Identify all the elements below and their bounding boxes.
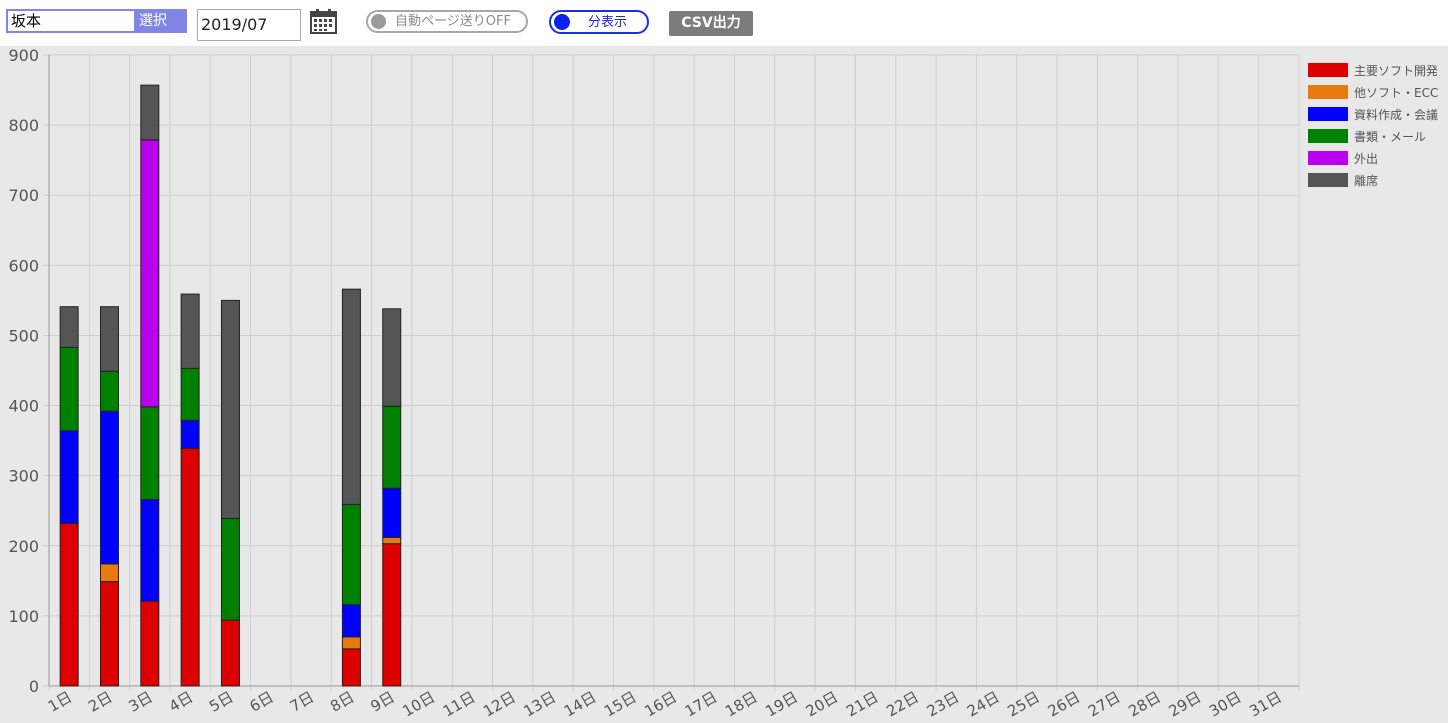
- bar-segment: [180, 447, 200, 687]
- toggle-knob: [371, 14, 386, 29]
- stacked-bar-chart: 01002003004005006007008009001日 2日 3日 4日 5日 6日…: [0, 46, 1448, 723]
- legend-swatch: [1308, 151, 1348, 165]
- bar-segment: [341, 288, 361, 505]
- bar-segment: [59, 346, 79, 432]
- bar-segment: [220, 619, 240, 687]
- bar-segment: [180, 293, 200, 369]
- bar-segment: [140, 499, 160, 602]
- bar-segment: [140, 406, 160, 501]
- bar-segment: [99, 306, 119, 372]
- csv-export-button[interactable]: CSV出力: [669, 11, 753, 36]
- calendar-icon[interactable]: [310, 9, 337, 34]
- minutes-label: 分表示: [588, 15, 628, 30]
- bar-segment: [341, 648, 361, 687]
- bar-segment: [99, 563, 119, 583]
- y-tick-label: 600: [8, 256, 39, 275]
- bar-segment: [59, 522, 79, 687]
- bar-segment: [140, 600, 160, 687]
- chart-background: [0, 46, 1448, 723]
- toolbar: 坂本 選択 2019/07 自動ページ送りOFF 分表示 CSV出力: [0, 0, 1448, 47]
- y-tick-label: 700: [8, 186, 39, 205]
- y-tick-label: 200: [8, 537, 39, 556]
- bar-segment: [341, 503, 361, 606]
- y-tick-label: 500: [8, 326, 39, 345]
- legend-label: 資料作成・会議: [1354, 108, 1438, 122]
- user-name-input[interactable]: 坂本: [6, 9, 134, 33]
- y-tick-label: 400: [8, 397, 39, 416]
- bar-segment: [382, 543, 402, 687]
- bar-segment: [99, 410, 119, 565]
- legend-label: 他ソフト・ECC: [1354, 86, 1438, 100]
- bar-segment: [382, 536, 402, 545]
- bar-segment: [382, 487, 402, 538]
- bar-segment: [382, 405, 402, 489]
- select-user-button[interactable]: 選択: [134, 9, 187, 33]
- legend-label: 書類・メール: [1354, 130, 1426, 144]
- bar-segment: [341, 604, 361, 638]
- bar-segment: [382, 308, 402, 407]
- legend-swatch: [1308, 107, 1348, 121]
- bar-segment: [99, 581, 119, 687]
- bar-segment: [99, 370, 119, 412]
- y-tick-label: 900: [8, 46, 39, 65]
- legend-swatch: [1308, 85, 1348, 99]
- bar-segment: [220, 517, 240, 621]
- legend-label: 主要ソフト開発: [1354, 64, 1438, 78]
- legend-label: 外出: [1354, 152, 1378, 166]
- bar-segment: [59, 430, 79, 524]
- auto-page-toggle[interactable]: 自動ページ送りOFF: [366, 10, 528, 33]
- legend-swatch: [1308, 173, 1348, 187]
- bar-segment: [140, 84, 160, 141]
- bar-segment: [59, 306, 79, 348]
- y-tick-label: 100: [8, 607, 39, 626]
- bar-segment: [220, 299, 240, 519]
- auto-page-label: 自動ページ送りOFF: [395, 14, 511, 29]
- y-tick-label: 800: [8, 116, 39, 135]
- legend-swatch: [1308, 129, 1348, 143]
- bar-segment: [180, 419, 200, 449]
- minutes-toggle[interactable]: 分表示: [549, 10, 649, 34]
- bar-segment: [140, 139, 160, 408]
- toggle-knob: [554, 14, 570, 30]
- legend-label: 離席: [1354, 173, 1378, 188]
- month-input[interactable]: 2019/07: [197, 9, 301, 41]
- bar-segment: [180, 367, 200, 421]
- legend-swatch: [1308, 63, 1348, 77]
- bar-segment: [341, 636, 361, 650]
- y-tick-label: 0: [29, 677, 39, 696]
- y-tick-label: 300: [8, 467, 39, 486]
